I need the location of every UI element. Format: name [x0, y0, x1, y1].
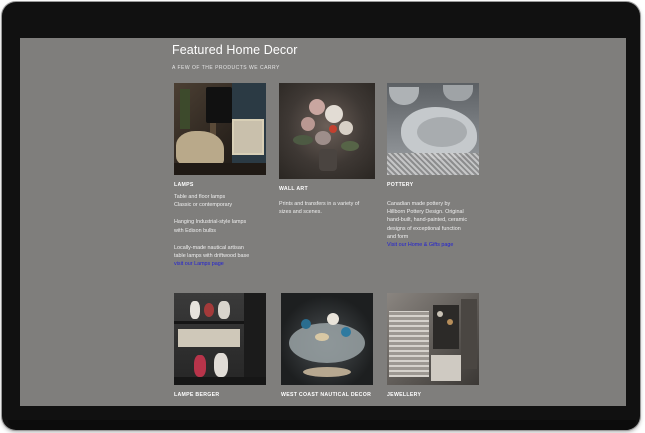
desc-paragraph: Prints and transfers in a variety of siz…: [279, 200, 375, 216]
desc-paragraph: Table and floor lamps Classic or contemp…: [174, 193, 270, 209]
product-wall-art: WALL ART Prints and transfers in a varie…: [279, 83, 375, 215]
desc-line: sizes and scenes.: [279, 209, 322, 216]
product-description: Prints and transfers in a variety of siz…: [279, 200, 375, 225]
product-title: JEWELLERY: [387, 392, 422, 398]
pottery-photo[interactable]: [387, 83, 479, 175]
desc-line: Classic or contemporary: [174, 202, 233, 209]
desc-paragraph: Locally-made nautical artisan table lamp…: [174, 244, 270, 269]
desc-line: Locally-made nautical artisan: [174, 244, 244, 251]
lamps-page-link[interactable]: visit our Lamps page: [174, 261, 224, 267]
product-title: WEST COAST NAUTICAL DECOR: [281, 392, 372, 398]
product-jewellery: JEWELLERY: [387, 293, 483, 398]
desc-line: and form: [387, 233, 409, 240]
product-title: LAMPS: [174, 182, 194, 188]
desc-line: Prints and transfers in a variety of: [279, 201, 360, 207]
page-title: Featured Home Decor: [172, 43, 298, 57]
desc-paragraph: Canadian made pottery by Hillborn Potter…: [387, 200, 483, 249]
device-bezel-bottom: [8, 420, 636, 430]
desc-paragraph: Hanging Industrial-style lamps with Edis…: [174, 218, 270, 234]
desc-line: designs of exceptional function: [387, 225, 461, 232]
nautical-decor-photo[interactable]: [281, 293, 373, 385]
lamps-photo[interactable]: [174, 83, 266, 175]
product-description: Table and floor lamps Classic or contemp…: [174, 193, 270, 268]
desc-line: Canadian made pottery by: [387, 201, 451, 207]
desc-line: Table and floor lamps: [174, 194, 226, 200]
desc-line: with Edison bulbs: [174, 227, 216, 234]
screen: Featured Home Decor A FEW OF THE PRODUCT…: [20, 38, 626, 406]
home-gifts-page-link[interactable]: Visit our Home & Gifts page: [387, 242, 453, 248]
wall-art-photo[interactable]: [279, 83, 375, 179]
product-lampe-berger: LAMPE BERGER: [174, 293, 270, 398]
desc-line: Hanging Industrial-style lamps: [174, 219, 247, 226]
desc-line: table lamps with driftwood base: [174, 253, 250, 260]
desc-line: Hillborn Pottery Design. Original: [387, 209, 464, 216]
product-title: LAMPE BERGER: [174, 392, 220, 398]
product-nautical-decor: WEST COAST NAUTICAL DECOR: [281, 293, 377, 398]
lampe-berger-photo[interactable]: [174, 293, 266, 385]
desc-line: hand-built, hand-painted, ceramic: [387, 217, 468, 224]
product-title: POTTERY: [387, 182, 414, 188]
page-subtitle: A FEW OF THE PRODUCTS WE CARRY: [172, 65, 280, 71]
product-description: Canadian made pottery by Hillborn Potter…: [387, 200, 483, 249]
jewellery-photo[interactable]: [387, 293, 479, 385]
product-lamps: LAMPS Table and floor lamps Classic or c…: [174, 83, 270, 267]
product-pottery: POTTERY Canadian made pottery by Hillbor…: [387, 83, 483, 248]
product-title: WALL ART: [279, 186, 308, 192]
